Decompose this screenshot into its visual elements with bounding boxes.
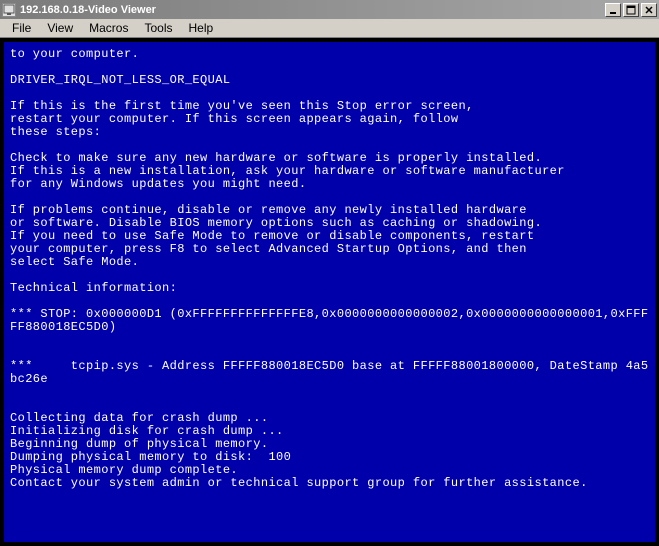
bsod-text-line: If this is a new installation, ask your …: [10, 164, 565, 178]
bsod-dump-line: Initializing disk for crash dump ...: [10, 424, 284, 438]
menu-help[interactable]: Help: [181, 19, 222, 37]
bsod-text-line: to your computer.: [10, 47, 139, 61]
bsod-text-line: If problems continue, disable or remove …: [10, 203, 527, 217]
bsod-error-code: DRIVER_IRQL_NOT_LESS_OR_EQUAL: [10, 73, 230, 87]
minimize-button[interactable]: [605, 3, 621, 17]
app-icon: [2, 3, 16, 17]
bsod-text-line: If this is the first time you've seen th…: [10, 99, 474, 113]
window-controls: [605, 3, 657, 17]
window-title: 192.168.0.18-Video Viewer: [20, 4, 605, 16]
menu-view[interactable]: View: [39, 19, 81, 37]
bsod-dump-line: Collecting data for crash dump ...: [10, 411, 268, 425]
bsod-driver-info: *** tcpip.sys - Address FFFFF880018EC5D0…: [10, 359, 649, 386]
bsod-text-line: Check to make sure any new hardware or s…: [10, 151, 542, 165]
window-titlebar: 192.168.0.18-Video Viewer: [0, 0, 659, 19]
bsod-screen: to your computer. DRIVER_IRQL_NOT_LESS_O…: [4, 42, 655, 542]
close-button[interactable]: [641, 3, 657, 17]
bsod-text-line: for any Windows updates you might need.: [10, 177, 306, 191]
menu-tools[interactable]: Tools: [136, 19, 180, 37]
bsod-text-line: select Safe Mode.: [10, 255, 139, 269]
bsod-dump-line: Contact your system admin or technical s…: [10, 476, 588, 490]
bsod-text-line: restart your computer. If this screen ap…: [10, 112, 458, 126]
bsod-tech-info-label: Technical information:: [10, 281, 177, 295]
bsod-text-line: or software. Disable BIOS memory options…: [10, 216, 542, 230]
bsod-stop-code: *** STOP: 0x000000D1 (0xFFFFFFFFFFFFFFE8…: [10, 307, 649, 334]
bsod-dump-line: Physical memory dump complete.: [10, 463, 238, 477]
menu-file[interactable]: File: [4, 19, 39, 37]
menu-macros[interactable]: Macros: [81, 19, 136, 37]
bsod-dump-line: Beginning dump of physical memory.: [10, 437, 268, 451]
menubar: File View Macros Tools Help: [0, 19, 659, 38]
bsod-text-line: your computer, press F8 to select Advanc…: [10, 242, 527, 256]
video-content-area: to your computer. DRIVER_IRQL_NOT_LESS_O…: [0, 38, 659, 546]
maximize-button[interactable]: [623, 3, 639, 17]
bsod-text-line: If you need to use Safe Mode to remove o…: [10, 229, 534, 243]
bsod-dump-line: Dumping physical memory to disk: 100: [10, 450, 291, 464]
bsod-text-line: these steps:: [10, 125, 101, 139]
